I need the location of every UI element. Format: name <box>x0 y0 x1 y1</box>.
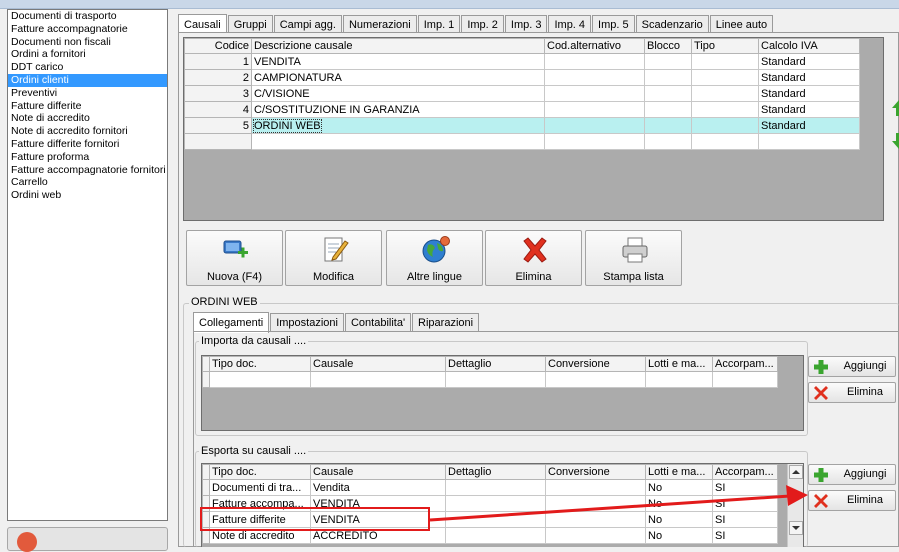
annotation-arrow-line <box>429 494 791 522</box>
annotation-arrow-head <box>786 485 808 506</box>
annotation-arrow <box>429 485 808 522</box>
